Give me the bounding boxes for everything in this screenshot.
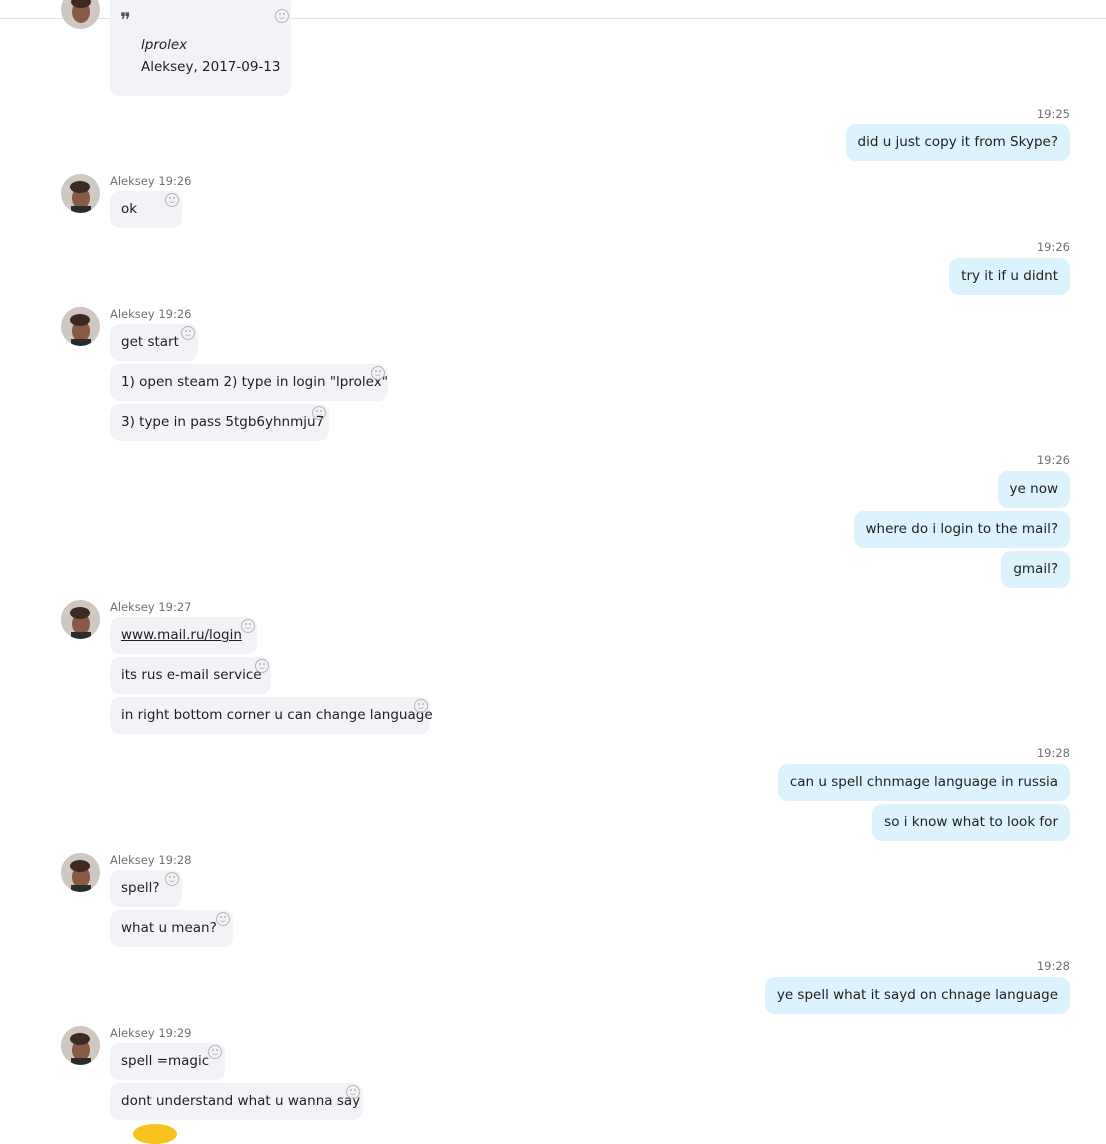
message-timestamp: 19:26 [1036, 240, 1070, 254]
message-time: 19:28 [158, 853, 192, 867]
reaction-smiley-icon[interactable] [165, 193, 179, 207]
reaction-smiley-icon[interactable] [208, 1045, 222, 1059]
quote-author: lprolex [141, 37, 188, 53]
reaction-smiley-icon[interactable] [371, 366, 385, 380]
contact-avatar[interactable] [61, 307, 100, 346]
outgoing-message[interactable]: can u spell chnmage language in russia [777, 764, 1070, 801]
message-link[interactable]: www.mail.ru/login [121, 627, 242, 643]
incoming-message[interactable]: in right bottom corner u can change lang… [110, 697, 433, 734]
message-timestamp: 19:25 [1036, 107, 1070, 121]
message-sender-time: Aleksey 19:26 [110, 174, 191, 188]
message-sender-time: Aleksey 19:28 [110, 853, 191, 867]
outgoing-message[interactable]: where do i login to the mail? [853, 511, 1070, 548]
sender-name: Aleksey [110, 1026, 155, 1040]
message-time: 19:29 [158, 1026, 192, 1040]
reaction-smiley-icon[interactable] [414, 699, 428, 713]
outgoing-message[interactable]: try it if u didnt [949, 258, 1070, 295]
quoted-message-card[interactable]: ❞ lprolex Aleksey, 2017-09-13 [110, 0, 291, 96]
sender-name: Aleksey [110, 853, 155, 867]
outgoing-message[interactable]: ye now [997, 471, 1070, 508]
reaction-smiley-icon[interactable] [181, 326, 195, 340]
reaction-smiley-icon[interactable] [241, 619, 255, 633]
sender-name: Aleksey [110, 600, 155, 614]
contact-avatar[interactable] [61, 174, 100, 213]
reaction-smiley-icon[interactable] [216, 912, 230, 926]
sender-name: Aleksey [110, 307, 155, 321]
reaction-smiley-icon[interactable] [165, 872, 179, 886]
contact-avatar[interactable] [61, 600, 100, 639]
contact-avatar[interactable] [61, 853, 100, 892]
message-timestamp: 19:26 [1036, 453, 1070, 467]
outgoing-message[interactable]: so i know what to look for [872, 804, 1070, 841]
message-time: 19:27 [158, 600, 192, 614]
contact-avatar[interactable] [61, 1026, 100, 1065]
reaction-smiley-icon[interactable] [275, 9, 289, 23]
message-timestamp: 19:28 [1036, 959, 1070, 973]
message-sender-time: Aleksey 19:26 [110, 307, 191, 321]
incoming-message-link: www.mail.ru/login [110, 617, 257, 654]
reaction-smiley-icon[interactable] [312, 406, 326, 420]
quote-source: Aleksey, 2017-09-13 [141, 59, 281, 75]
message-time: 19:26 [158, 174, 192, 188]
contact-avatar[interactable] [61, 0, 100, 29]
sender-name: Aleksey [110, 174, 155, 188]
emoji-sticker-icon[interactable] [133, 1124, 177, 1144]
reaction-smiley-icon[interactable] [346, 1085, 360, 1099]
incoming-message[interactable]: what u mean? [110, 910, 233, 947]
quote-icon: ❞ [120, 8, 131, 32]
message-time: 19:26 [158, 307, 192, 321]
reaction-smiley-icon[interactable] [255, 659, 269, 673]
incoming-message[interactable]: dont understand what u wanna say [110, 1083, 363, 1120]
incoming-message[interactable]: 1) open steam 2) type in login "lprolex" [110, 364, 388, 401]
outgoing-message[interactable]: did u just copy it from Skype? [845, 124, 1070, 161]
message-sender-time: Aleksey 19:27 [110, 600, 191, 614]
incoming-message[interactable]: its rus e-mail service [110, 657, 271, 694]
incoming-message[interactable]: 3) type in pass 5tgb6yhnmju7 [110, 404, 329, 441]
outgoing-message[interactable]: ye spell what it sayd on chnage language [764, 977, 1070, 1014]
message-sender-time: Aleksey 19:29 [110, 1026, 191, 1040]
message-timestamp: 19:28 [1036, 746, 1070, 760]
outgoing-message[interactable]: gmail? [1001, 551, 1070, 588]
